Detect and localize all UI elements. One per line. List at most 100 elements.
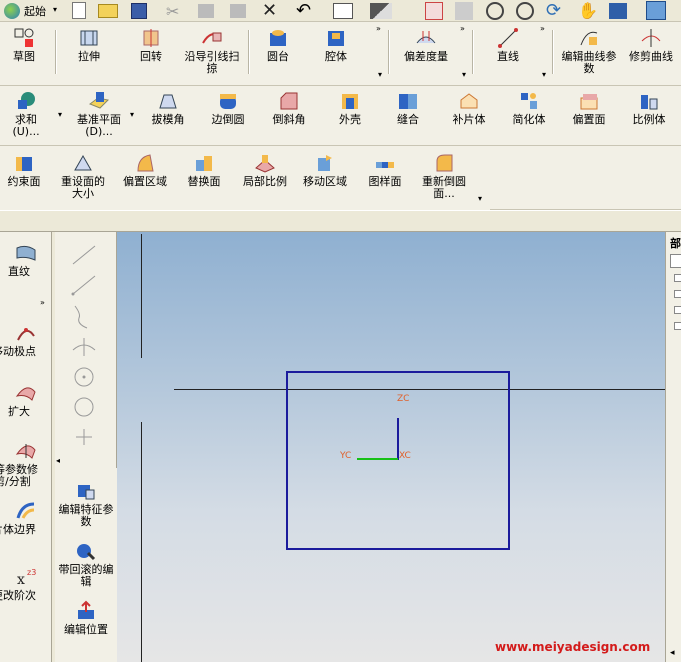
replace-face-label: 替换面 (187, 175, 221, 188)
overflow-chevron-icon[interactable]: » (460, 24, 465, 33)
shell-icon (342, 94, 358, 109)
tree-expand-icon[interactable] (674, 290, 681, 298)
offset-region-button[interactable]: 偏置区域 (118, 152, 172, 188)
view-cube-icon[interactable] (646, 1, 666, 20)
scroll-left-arrow-icon[interactable]: ◂ (670, 648, 675, 658)
move-region-button[interactable]: 移动区域 (298, 152, 352, 188)
trim-curve-button[interactable]: 修剪曲线 (624, 27, 678, 63)
sweep-along-guide-button[interactable]: 沿导引线扫掠 (184, 27, 240, 75)
line-label: 直线 (497, 50, 519, 63)
delete-icon[interactable]: ✕ (262, 0, 277, 21)
local-scale-icon (255, 155, 275, 173)
zoom-icon[interactable] (486, 2, 504, 20)
tree-collapse-icon[interactable] (674, 322, 681, 330)
line-tool-icon[interactable] (71, 244, 97, 266)
draft-button[interactable]: 拔模角 (146, 90, 190, 126)
point-circle-icon[interactable] (73, 366, 95, 388)
edit-position-icon (78, 600, 94, 619)
open-folder-icon[interactable] (98, 4, 118, 18)
dropdown-arrow-icon[interactable]: ▾ (378, 70, 382, 79)
tree-expand-icon[interactable] (674, 274, 681, 282)
undo-icon[interactable]: ↶ (296, 0, 311, 21)
dropdown-arrow-icon[interactable]: ▾ (462, 70, 466, 79)
chamfer-button[interactable]: 倒斜角 (266, 90, 312, 126)
deviation-gauge-button[interactable]: 偏差度量 (396, 27, 456, 63)
rotate-icon[interactable]: ⟳ (546, 0, 561, 21)
move-region-icon (318, 155, 332, 171)
pan-icon[interactable]: ✋ (578, 1, 598, 20)
sew-label: 缝合 (397, 113, 419, 126)
shell-label: 外壳 (339, 113, 361, 126)
collapse-chevron-icon[interactable]: » (40, 298, 45, 307)
scale-body-button[interactable]: 比例体 (626, 90, 672, 126)
offset-face-button[interactable]: 偏置面 (566, 90, 612, 126)
fit-view-icon[interactable] (425, 2, 443, 20)
sketch-button[interactable]: 草图 (4, 27, 44, 63)
dropdown-arrow-icon[interactable]: ▾ (542, 70, 546, 79)
edit-with-rollback-button[interactable]: 带回滚的编辑 (55, 540, 117, 588)
circle-tool-icon[interactable] (73, 396, 95, 418)
revolve-button[interactable]: 回转 (128, 27, 174, 63)
fillet-tool-icon[interactable] (71, 336, 97, 358)
sew-button[interactable]: 缝合 (386, 90, 430, 126)
patch-body-button[interactable]: 补片体 (444, 90, 494, 126)
edit-with-rollback-icon (77, 544, 96, 561)
paste-icon[interactable] (230, 4, 246, 18)
pattern-face-button[interactable]: 图样面 (362, 152, 408, 188)
window-icon[interactable] (333, 3, 353, 19)
isoparametric-trim-button[interactable]: 等参数修剪/分割 (0, 440, 52, 488)
overflow-chevron-icon[interactable]: » (376, 24, 381, 33)
local-scale-button[interactable]: 局部比例 (238, 152, 292, 188)
shaded-view-icon[interactable] (609, 3, 627, 19)
save-icon[interactable] (131, 3, 147, 19)
cut-icon[interactable]: ✂ (166, 2, 179, 21)
reblend-face-button[interactable]: 重新倒圆面... (416, 152, 472, 200)
enlarge-button[interactable]: 扩大 (0, 382, 52, 418)
boss-button[interactable]: 圆台 (256, 27, 300, 63)
edge-blend-button[interactable]: 边倒圆 (206, 90, 250, 126)
dropdown-arrow-icon[interactable]: ▾ (130, 110, 134, 119)
sheet-boundary-button[interactable]: 片体边界 (0, 500, 52, 536)
replace-face-button[interactable]: 替换面 (180, 152, 228, 188)
simplify-body-button[interactable]: 简化体 (506, 90, 552, 126)
selection-filter-icon[interactable] (370, 3, 392, 19)
offset-region-label: 偏置区域 (123, 175, 167, 188)
overflow-chevron-icon[interactable]: » (540, 24, 545, 33)
sweep-label: 沿导引线扫掠 (184, 50, 240, 75)
zoom-region-icon[interactable] (455, 2, 473, 20)
dropdown-arrow-icon[interactable]: ▾ (58, 110, 62, 119)
unite-button[interactable]: 求和(U)... (4, 90, 48, 138)
sketch-label: 草图 (13, 50, 35, 63)
reblend-face-icon (436, 154, 453, 172)
line-button[interactable]: 直线 (486, 27, 530, 63)
zoom-in-out-icon[interactable] (516, 2, 534, 20)
edit-position-button[interactable]: 编辑位置 (55, 600, 117, 636)
move-region-label: 移动区域 (303, 175, 347, 188)
shell-button[interactable]: 外壳 (328, 90, 372, 126)
edit-feature-params-button[interactable]: 编辑特征参数 (55, 480, 117, 528)
spline-tool-icon[interactable] (71, 304, 97, 330)
dropdown-arrow-icon[interactable]: ▾ (478, 194, 482, 203)
ruled-button[interactable]: 直纹 (0, 242, 52, 278)
pocket-button[interactable]: 腔体 (314, 27, 358, 63)
tree-expand-icon[interactable] (674, 306, 681, 314)
change-degree-icon: x z3 (17, 568, 36, 588)
draft-label: 拔模角 (151, 113, 185, 126)
datum-plane-button[interactable]: 基准平面(D)... (70, 90, 128, 138)
new-file-icon[interactable] (72, 2, 86, 19)
graphics-viewport[interactable]: ZC YC XC (117, 232, 665, 662)
move-pole-button[interactable]: 移动极点 (0, 322, 52, 358)
reblend-face-label: 重新倒圆面... (422, 175, 466, 200)
copy-icon[interactable] (198, 4, 214, 18)
point-tool-icon[interactable] (73, 426, 95, 448)
edit-curve-params-button[interactable]: 编辑曲线参数 (560, 27, 618, 75)
change-degree-button[interactable]: xz3 更改阶次 (0, 566, 52, 602)
extrude-button[interactable]: 拉伸 (66, 27, 112, 63)
move-pole-icon (17, 328, 35, 341)
constrain-face-button[interactable]: 约束面 (2, 152, 46, 188)
start-menu-button[interactable]: 起始 ▾ (0, 1, 62, 21)
extrude-label: 拉伸 (78, 50, 100, 63)
arc-tool-icon[interactable] (71, 274, 97, 296)
resize-face-button[interactable]: 重设面的大小 (56, 152, 110, 200)
collapse-left-arrow-icon[interactable]: ◂ (56, 456, 60, 465)
